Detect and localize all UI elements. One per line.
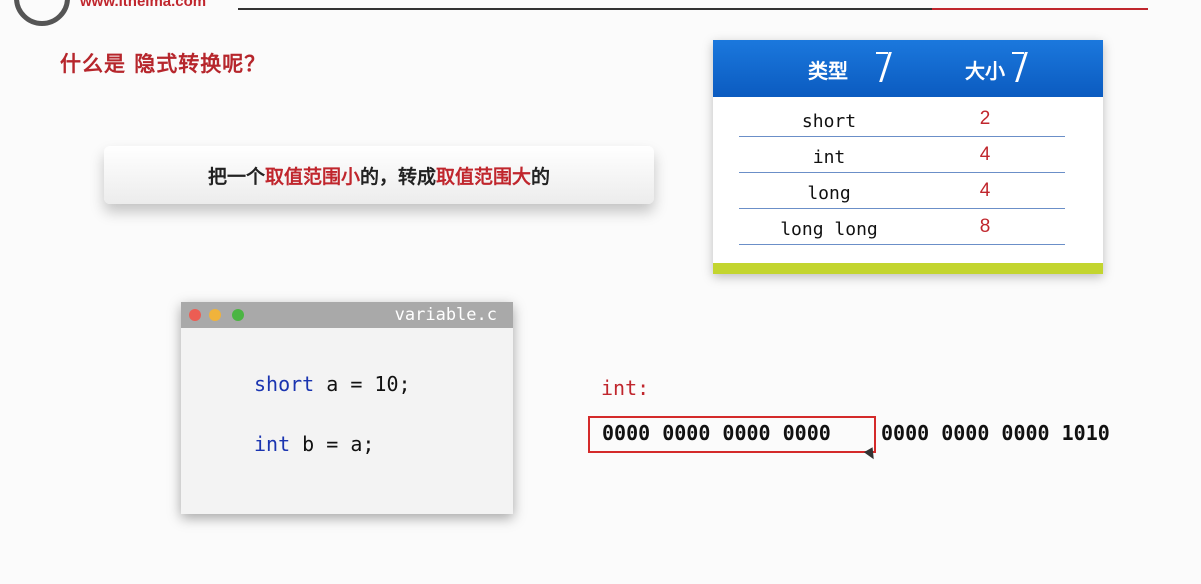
code-keyword: int — [254, 432, 291, 456]
banner-text-3: 的 — [531, 165, 551, 188]
banner-highlight-small-range: 取值范围小 — [264, 165, 360, 188]
code-keyword: short — [254, 372, 315, 396]
table-header: 类型 大小 — [713, 40, 1103, 97]
slide-title: 什么是 隐式转换呢？ — [60, 52, 267, 76]
code-editor-window: variable.c short a = 10; int b = a; — [181, 302, 513, 514]
banner-text-1: 把一个 — [207, 165, 265, 188]
cell-type: int — [812, 147, 846, 168]
table-row: int 4 — [739, 136, 1065, 173]
code-line: int b = a; — [254, 432, 374, 456]
minimize-window-icon[interactable] — [209, 309, 221, 321]
window-titlebar: variable.c — [181, 302, 513, 328]
cell-size: 4 — [979, 144, 991, 165]
close-window-icon[interactable] — [189, 309, 201, 321]
definition-banner: 把一个 取值范围小 的，转成 取值范围大 的 — [104, 146, 654, 204]
cell-type: long — [807, 183, 851, 204]
banner-text-2: 的，转成 — [359, 165, 436, 188]
cell-size: 2 — [979, 108, 991, 129]
binary-low-bits: 0000 0000 0000 1010 — [881, 421, 1110, 445]
code-text: a = 10; — [314, 372, 411, 396]
code-text: b = a; — [290, 432, 375, 456]
header-type: 类型 — [808, 59, 848, 83]
header-slash-decoration — [876, 52, 888, 54]
site-url: www.itheima.com — [80, 0, 207, 10]
type-size-table: 类型 大小 short 2 int 4 long 4 long long 8 — [713, 40, 1103, 274]
code-line: short a = 10; — [254, 372, 411, 396]
header-size: 大小 — [965, 59, 1005, 83]
maximize-window-icon[interactable] — [232, 309, 244, 321]
cell-size: 8 — [979, 216, 991, 237]
header-slash-decoration — [1012, 52, 1024, 54]
table-footer-bar — [713, 263, 1103, 274]
table-row: short 2 — [739, 100, 1065, 137]
banner-highlight-large-range: 取值范围大 — [436, 165, 532, 188]
binary-high-bits: 0000 0000 0000 0000 — [602, 421, 831, 445]
header-divider-accent — [932, 8, 1148, 10]
header-slash-decoration — [879, 52, 892, 82]
logo-icon — [14, 0, 70, 26]
header-slash-decoration — [1015, 52, 1028, 82]
cell-type: long long — [780, 219, 878, 240]
table-row: long 4 — [739, 172, 1065, 209]
cell-size: 4 — [979, 180, 991, 201]
cell-type: short — [801, 111, 857, 132]
table-row: long long 8 — [739, 208, 1065, 245]
window-filename: variable.c — [394, 305, 497, 325]
binary-type-label: int: — [601, 376, 650, 400]
binary-representation: 0000 0000 0000 0000 0000 0000 0000 1010 — [602, 421, 1110, 493]
